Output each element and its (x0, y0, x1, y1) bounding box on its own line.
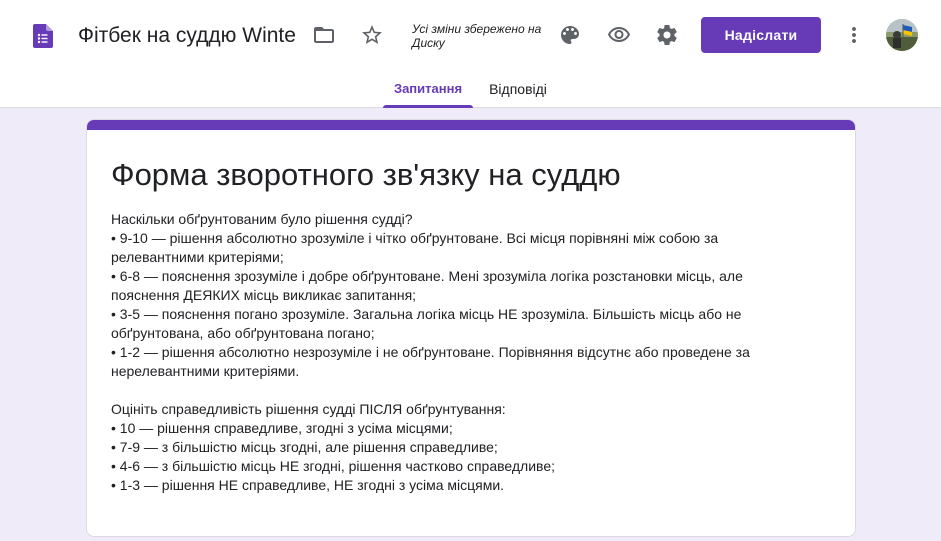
tab-questions-label: Запитання (393, 81, 463, 96)
form-header-card[interactable]: Форма зворотного зв'язку на суддю Наскіл… (86, 119, 856, 537)
card-accent-bar (87, 120, 855, 130)
send-button[interactable]: Надіслати (701, 17, 821, 53)
save-status: Усі зміни збережено на Диску (412, 22, 542, 50)
document-title[interactable]: Фітбек на суддю Winte (78, 22, 300, 50)
form-title[interactable]: Форма зворотного зв'язку на суддю (111, 156, 831, 194)
folder-icon[interactable] (304, 15, 344, 55)
avatar[interactable] (886, 19, 918, 51)
active-tab-indicator (383, 105, 473, 108)
more-vert-icon[interactable] (834, 15, 874, 55)
form-description[interactable]: Наскільки обґрунтованим було рішення суд… (111, 210, 811, 495)
gear-icon[interactable] (647, 15, 687, 55)
star-icon[interactable] (352, 15, 392, 55)
tab-responses[interactable]: Відповіді (478, 80, 558, 108)
tab-responses-label: Відповіді (489, 81, 547, 97)
palette-icon[interactable] (550, 15, 590, 55)
tab-questions[interactable]: Запитання (383, 80, 473, 108)
forms-logo-icon[interactable] (33, 24, 53, 48)
eye-icon[interactable] (599, 15, 639, 55)
top-bar: Фітбек на суддю Winte Усі зміни збережен… (0, 0, 941, 108)
